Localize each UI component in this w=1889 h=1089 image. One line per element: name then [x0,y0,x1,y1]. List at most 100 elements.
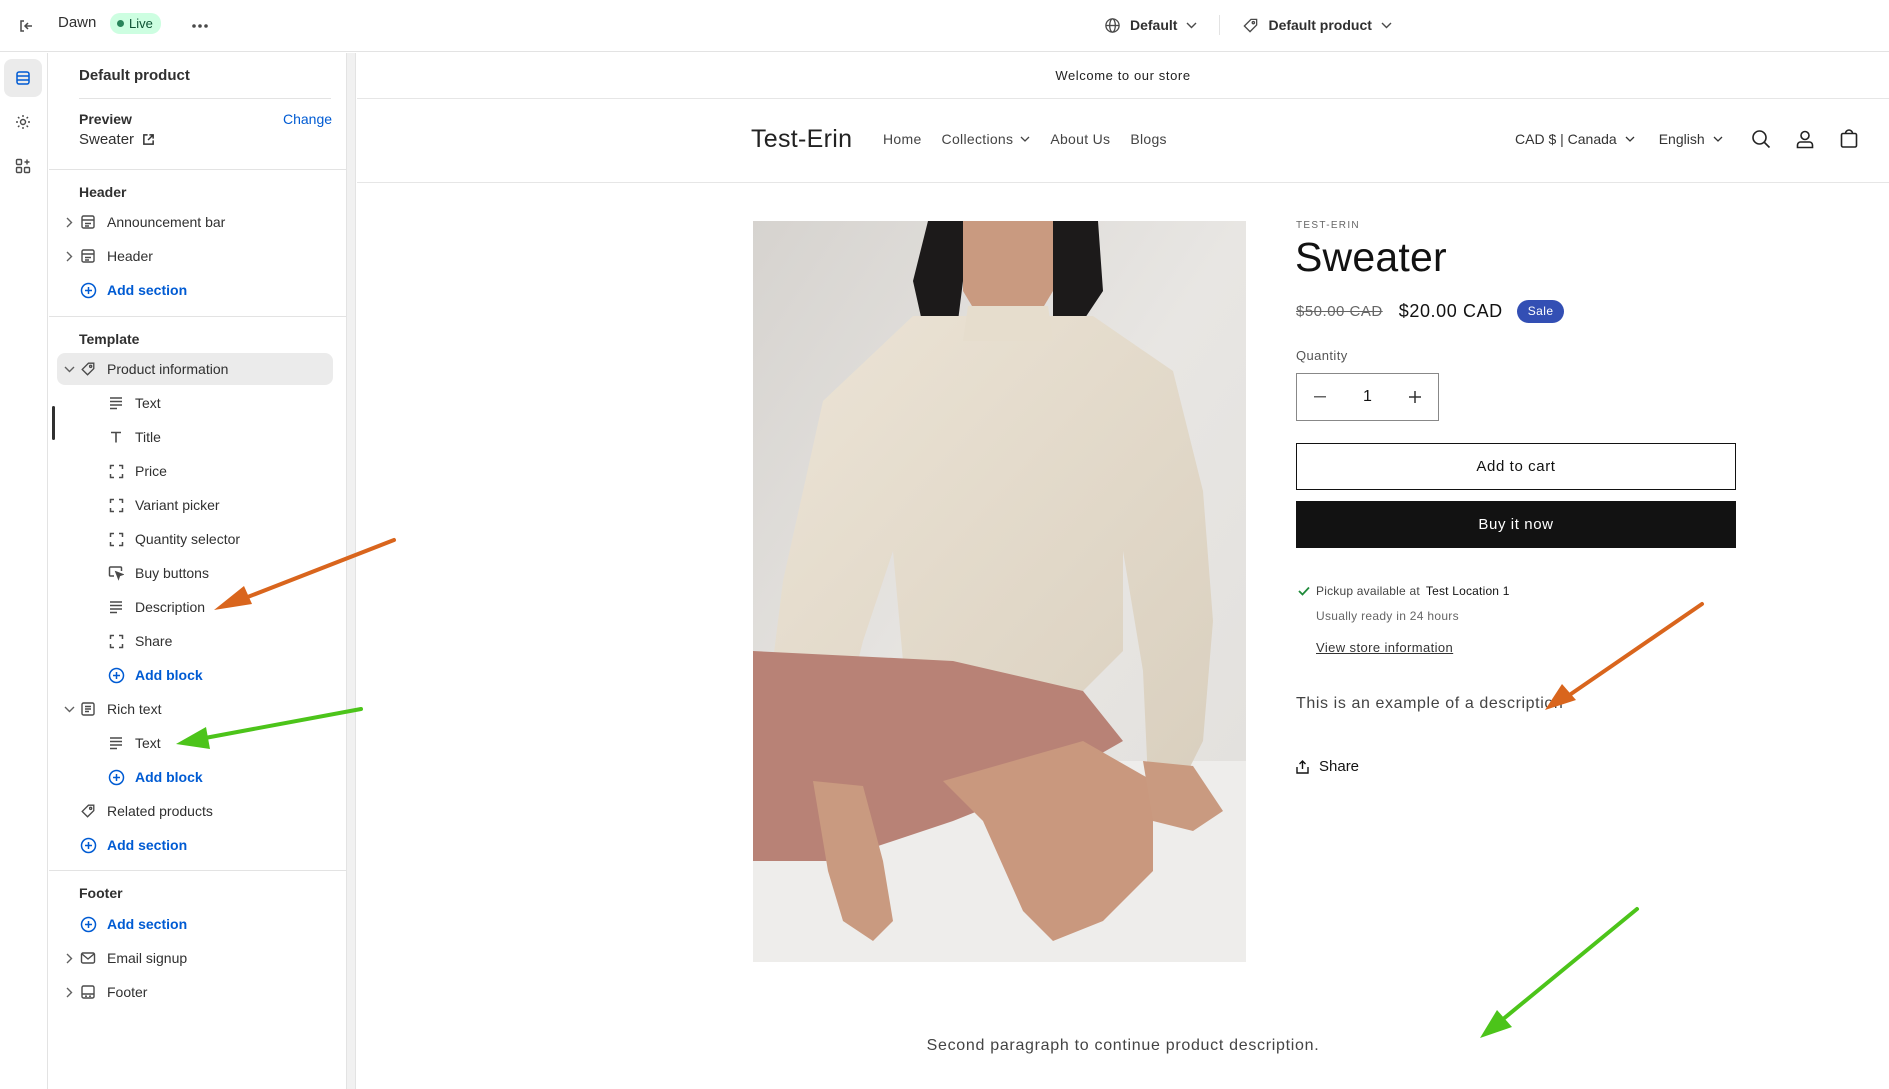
template-selector[interactable]: Default product [1234,10,1399,40]
share-button[interactable]: Share [1296,758,1359,775]
text-lines-icon [107,394,125,412]
divider [1219,15,1221,35]
product-photo [753,221,1246,962]
block-quantity-selector[interactable]: Quantity selector [57,523,333,555]
live-dot-icon [117,20,124,27]
section-announcement-bar[interactable]: Announcement bar [57,206,333,238]
block-label: Title [135,429,161,445]
divider [49,316,347,317]
chevron-right-icon[interactable] [63,250,75,262]
section-label: Rich text [107,701,162,717]
block-share[interactable]: Share [57,625,333,657]
add-section-label: Add section [107,916,188,932]
add-section-header-button[interactable]: Add section [57,274,333,306]
chevron-right-icon[interactable] [63,986,75,998]
add-section-footer-button[interactable]: Add section [57,908,333,940]
sidebar-scrollbar[interactable] [347,53,356,1089]
block-label: Buy buttons [135,565,209,581]
quantity-input[interactable]: 1 [1343,388,1392,406]
quantity-increase-button[interactable] [1392,374,1438,420]
chevron-right-icon[interactable] [63,952,75,964]
search-button[interactable] [1747,125,1775,153]
share-label: Share [1319,758,1360,775]
block-text[interactable]: Text [57,387,333,419]
nav-home[interactable]: Home [883,131,922,147]
block-frame-icon [107,496,125,514]
chevron-down-icon [1713,136,1723,142]
add-section-label: Add section [107,282,188,298]
quantity-stepper: 1 [1296,373,1439,421]
chevron-down-icon [1186,22,1197,28]
market-selector[interactable]: Default [1096,10,1205,40]
compare-at-price: $50.00 CAD [1296,303,1383,320]
change-preview-link[interactable]: Change [283,111,332,127]
pickup-location: Test Location 1 [1425,584,1510,598]
preview-product[interactable]: Sweater [79,131,155,148]
nav-about-us[interactable]: About Us [1050,131,1110,147]
checkmark-icon [1298,586,1310,596]
chevron-down-icon[interactable] [63,703,75,715]
store-nav: Home Collections About Us Blogs [883,131,1167,147]
template-selector-label: Default product [1268,17,1372,33]
add-to-cart-button[interactable]: Add to cart [1296,443,1736,490]
block-frame-icon [107,462,125,480]
section-footer[interactable]: Footer [57,976,333,1008]
apps-icon [15,158,31,174]
chevron-right-icon[interactable] [63,216,75,228]
section-layout-icon [79,247,97,265]
product-price: $50.00 CAD $20.00 CAD Sale [1296,300,1565,323]
block-price[interactable]: Price [57,455,333,487]
block-title[interactable]: Title [57,421,333,453]
product-image[interactable] [753,221,1246,962]
cart-button[interactable] [1835,125,1863,153]
more-icon [192,24,208,28]
plus-circle-icon [79,281,97,299]
selection-indicator [52,406,55,440]
rail-apps-button[interactable] [4,147,42,185]
add-block-rich-text-button[interactable]: Add block [57,761,333,793]
section-header[interactable]: Header [57,240,333,272]
quantity-decrease-button[interactable] [1297,374,1343,420]
tag-icon [1243,18,1258,33]
section-email-signup[interactable]: Email signup [57,942,333,974]
block-rich-text-text[interactable]: Text [57,727,333,759]
add-section-template-button[interactable]: Add section [57,829,333,861]
chevron-down-icon[interactable] [63,363,75,375]
plus-circle-icon [107,768,125,786]
section-label: Email signup [107,950,188,966]
exit-button[interactable] [12,12,40,40]
sections-icon [16,71,30,85]
section-layout-icon [79,213,97,231]
store-preview: Welcome to our store Test-Erin Home Coll… [357,53,1889,1089]
rail-sections-button[interactable] [4,59,42,97]
section-rich-text[interactable]: Rich text [57,693,333,725]
theme-name: Dawn [58,14,97,31]
language-selector[interactable]: English [1659,131,1723,147]
gear-icon [16,115,30,129]
cursor-click-icon [107,564,125,582]
external-link-icon [143,134,154,145]
exit-icon [20,20,32,32]
currency-selector[interactable]: CAD $ | Canada [1515,131,1635,147]
buy-now-button[interactable]: Buy it now [1296,501,1736,548]
search-icon [1751,130,1770,149]
section-related-products[interactable]: Related products [57,795,333,827]
more-actions-button[interactable] [186,12,214,40]
account-button[interactable] [1791,125,1819,153]
nav-collections[interactable]: Collections [942,131,1031,147]
section-product-information[interactable]: Product information [57,353,333,385]
view-store-information-link[interactable]: View store information [1316,640,1453,655]
add-section-label: Add section [107,837,188,853]
sidebar-title: Default product [79,67,190,84]
nav-blogs[interactable]: Blogs [1130,131,1167,147]
market-selector-label: Default [1130,17,1178,33]
text-lines-icon [107,734,125,752]
rail-settings-button[interactable] [4,103,42,141]
block-description[interactable]: Description [57,591,333,623]
block-buy-buttons[interactable]: Buy buttons [57,557,333,589]
store-logo[interactable]: Test-Erin [751,125,852,154]
block-variant-picker[interactable]: Variant picker [57,489,333,521]
chevron-down-icon [1625,136,1635,142]
add-block-product-button[interactable]: Add block [57,659,333,691]
divider [49,169,347,170]
